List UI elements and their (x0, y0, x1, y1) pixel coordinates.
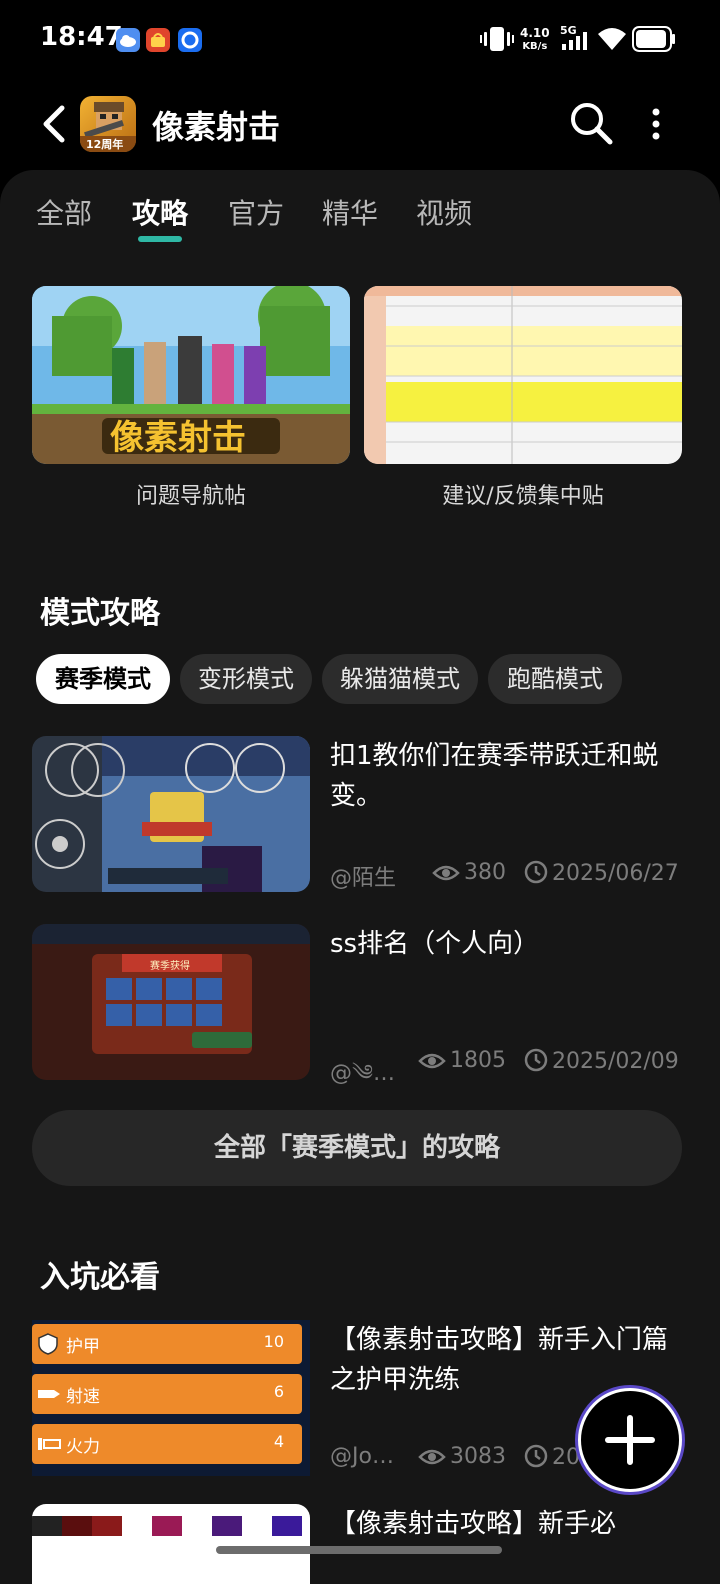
tab-guides-label: 攻略 (132, 197, 189, 230)
shop-icon (146, 28, 170, 52)
banner-feedback-caption: 建议/反馈集中贴 (442, 484, 604, 509)
clock-icon (524, 860, 548, 884)
net-speed-unit: KB/s (522, 41, 548, 52)
tab-featured[interactable]: 精华 (322, 192, 378, 232)
chip-transform-mode[interactable]: 变形模式 (180, 654, 312, 704)
clock-icon (524, 1048, 548, 1072)
post-views: 380 (432, 860, 506, 885)
stat-bar-firepower: 火力 4 (32, 1424, 302, 1464)
post-author: @༄… (330, 1061, 396, 1086)
post-date: 2025/02/09 (524, 1048, 679, 1074)
post-title: ss排名（个人向） (330, 929, 540, 959)
more-vertical-icon[interactable] (644, 106, 668, 142)
post-date-text: 2025/06/27 (552, 861, 679, 886)
stat-value: 4 (273, 1432, 284, 1451)
top-app-bar: 12周年 像素射击 (0, 80, 720, 170)
post-views: 3083 (418, 1444, 506, 1469)
tab-active-indicator (138, 236, 182, 242)
section-title-mode-guides: 模式攻略 (40, 596, 160, 631)
stat-bar-fire-rate: 射速 6 (32, 1374, 302, 1414)
post-date: 2025/06/27 (524, 860, 679, 886)
tab-video[interactable]: 视频 (416, 192, 472, 232)
post-views: 1805 (418, 1048, 506, 1073)
list-item[interactable]: 赛季获得 ss排名（个人向） @༄… 1805 2025/02/09 (32, 924, 682, 1086)
wifi-icon (598, 28, 626, 50)
net-speed: 4.10 KB/s (520, 26, 550, 54)
banner-feedback[interactable] (364, 286, 682, 464)
post-thumbnail (32, 736, 310, 892)
content-panel: 全部 攻略 官方 精华 视频 像素射击 问题导航帖 建议/反馈集中贴 模式攻略 … (0, 170, 720, 1584)
eye-icon (432, 865, 460, 881)
browser-icon (178, 28, 202, 52)
section-title-newbie-must-read: 入坑必看 (40, 1260, 160, 1295)
vibrate-icon (480, 27, 514, 51)
stat-label: 护甲 (66, 1337, 100, 1357)
home-indicator[interactable] (216, 1546, 502, 1554)
bullet-icon (38, 1390, 60, 1398)
chip-hide-and-seek-mode[interactable]: 躲猫猫模式 (322, 654, 478, 704)
tab-official[interactable]: 官方 (228, 192, 284, 232)
stat-bar-armor: 护甲 10 (32, 1324, 302, 1364)
signal-icon: 5G (560, 24, 590, 54)
post-title: 【像素射击攻略】新手必 (330, 1509, 617, 1539)
tab-all[interactable]: 全部 (36, 192, 92, 232)
post-thumbnail-text: 赛季获得 (150, 961, 190, 972)
status-bar: 18:47 4.10 KB/s 5G (0, 0, 720, 80)
stat-label: 射速 (66, 1387, 100, 1407)
eye-icon (418, 1449, 446, 1465)
stat-value: 10 (263, 1332, 284, 1351)
banner-faq-caption: 问题导航帖 (135, 484, 246, 509)
post-thumbnail: 赛季获得 (32, 924, 310, 1080)
cloud-icon (116, 28, 140, 52)
net-speed-value: 4.10 (520, 26, 550, 40)
chip-parkour-mode[interactable]: 跑酷模式 (488, 654, 622, 704)
eye-icon (418, 1053, 446, 1069)
status-time: 18:47 (40, 22, 123, 52)
post-views-count: 3083 (450, 1444, 506, 1469)
tab-guides[interactable]: 攻略 (132, 192, 189, 242)
post-author: @陌生 (330, 866, 397, 891)
battery-icon (632, 26, 675, 52)
page-title: 像素射击 (152, 108, 281, 146)
game-icon[interactable]: 12周年 (80, 96, 136, 152)
back-arrow-icon[interactable] (36, 102, 72, 146)
clock-icon (524, 1444, 548, 1468)
post-views-count: 380 (464, 860, 506, 885)
stat-label: 火力 (66, 1437, 100, 1457)
search-icon[interactable] (568, 100, 614, 146)
banner-faq-image-text: 像素射击 (110, 418, 246, 458)
create-post-button[interactable] (578, 1388, 682, 1492)
post-thumbnail: 护甲 10 射速 6 火力 4 (32, 1320, 310, 1476)
post-views-count: 1805 (450, 1048, 506, 1073)
all-season-guides-button[interactable]: 全部「赛季模式」的攻略 (32, 1110, 682, 1186)
banner-faq-nav[interactable]: 像素射击 (32, 286, 350, 464)
firepower-icon (38, 1438, 61, 1450)
post-date-text: 2025/02/09 (552, 1049, 679, 1074)
list-item[interactable]: 扣1教你们在赛季带跃迁和蜕变。 @陌生 380 2025/06/27 (32, 736, 682, 892)
stat-value: 6 (273, 1382, 284, 1401)
plus-icon (605, 1415, 655, 1465)
post-title: 扣1教你们在赛季带跃迁和蜕变。 (330, 741, 659, 811)
post-thumbnail (32, 1504, 310, 1584)
post-author: @Jo… (330, 1444, 394, 1469)
list-item[interactable]: 【像素射击攻略】新手必 (32, 1504, 682, 1584)
chip-season-mode[interactable]: 赛季模式 (36, 654, 170, 704)
shield-icon (38, 1333, 58, 1355)
game-icon-badge: 12周年 (86, 138, 124, 151)
